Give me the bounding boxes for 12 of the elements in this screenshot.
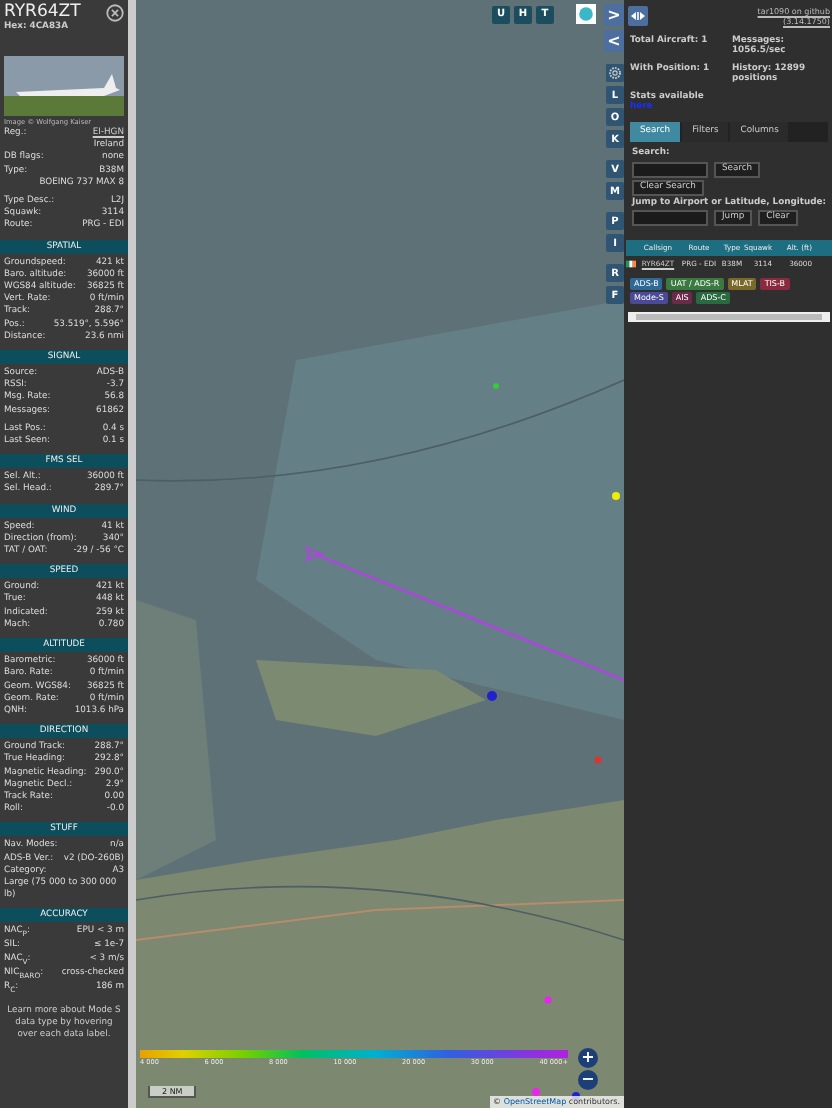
layers-icon[interactable] [576, 4, 596, 24]
horizontal-scrollbar[interactable] [628, 312, 830, 323]
photo-placeholder [4, 56, 124, 116]
coordinates-field[interactable] [632, 210, 708, 227]
settings-icon[interactable] [606, 64, 624, 82]
flag-icon [626, 260, 636, 269]
search-field[interactable] [632, 161, 708, 178]
callsign: RYR64ZT [4, 2, 81, 22]
panel-toggle-button[interactable]: > [604, 4, 624, 26]
panel-toggle-button[interactable]: < [604, 30, 624, 52]
expand-icon[interactable] [628, 6, 648, 26]
close-icon[interactable] [106, 4, 124, 22]
